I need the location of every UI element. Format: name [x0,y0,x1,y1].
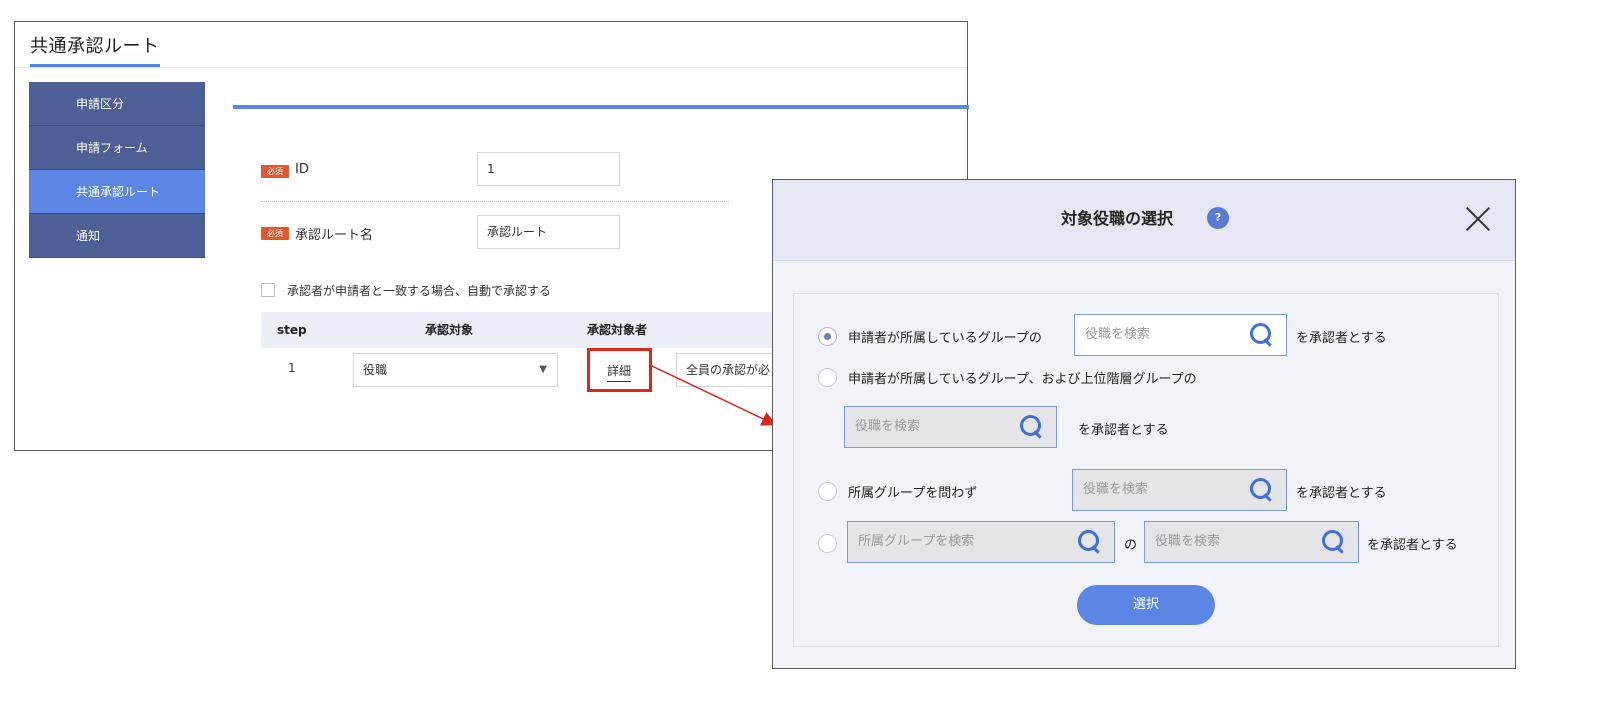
role-search-input[interactable]: 役職を検索 [1074,314,1287,356]
search-icon[interactable] [1020,415,1042,437]
approval-condition-select[interactable]: 全員の承認が必 [676,353,786,387]
sidebar-item-notification[interactable]: 通知 [29,214,205,258]
column-header-step: step [277,323,307,337]
auto-approve-checkbox[interactable] [261,283,275,297]
option-own-and-parent-suffix: を承認者とする [1078,423,1169,438]
dialog-header: 対象役職の選択 ? [773,180,1515,261]
role-search-placeholder: 役職を検索 [1083,482,1149,497]
option-specific-group-suffix: を承認者とする [1367,538,1458,553]
radio-own-and-parent-groups[interactable] [818,368,837,387]
route-name-input[interactable]: 承認ルート [477,215,620,249]
dialog-title: 対象役職の選択 [1061,209,1174,228]
select-button[interactable]: 選択 [1077,585,1215,625]
id-input[interactable]: 1 [477,152,620,186]
option-specific-group-connector: の [1124,538,1138,553]
option-own-and-parent-label: 申請者が所属しているグループ、および上位階層グループの [848,372,1197,387]
sidebar-item-application-form[interactable]: 申請フォーム [29,126,205,170]
sidebar-item-application-category[interactable]: 申請区分 [29,82,205,126]
search-icon[interactable] [1078,530,1100,552]
column-header-approver: 承認対象者 [587,323,648,337]
dialog-body: 申請者が所属しているグループの 役職を検索 を承認者とする 申請者が所属している… [793,293,1499,647]
title-underline [30,64,160,67]
window-header: 共通承認ルート [15,22,967,68]
caret-down-icon: ▼ [539,364,547,375]
column-header-target: 承認対象 [425,323,474,337]
role-search-input[interactable]: 役職を検索 [1072,469,1287,511]
group-search-placeholder: 所属グループを検索 [858,534,975,549]
radio-own-group[interactable] [818,327,837,346]
required-badge: 必須 [261,227,289,240]
role-search-input[interactable]: 役職を検索 [1144,521,1359,563]
auto-approve-label: 承認者が申請者と一致する場合、自動で承認する [287,284,552,298]
sidebar: 申請区分 申請フォーム 共通承認ルート 通知 [29,82,205,258]
help-icon[interactable]: ? [1207,207,1229,229]
role-search-placeholder: 役職を検索 [855,419,921,434]
radio-any-group[interactable] [818,482,837,501]
detail-highlight: 詳細 [587,348,652,392]
search-icon[interactable] [1250,478,1272,500]
target-select-value: 役職 [363,363,388,377]
close-icon[interactable] [1465,206,1491,232]
target-select[interactable]: 役職 ▼ [353,353,558,387]
route-name-label: 承認ルート名 [295,228,374,243]
option-own-group-label: 申請者が所属しているグループの [848,331,1042,346]
role-select-dialog: 対象役職の選択 ? 申請者が所属しているグループの 役職を検索 を承認者とする … [772,179,1516,669]
required-badge: 必須 [261,165,289,178]
option-any-group-label: 所属グループを問わず [848,486,978,501]
group-search-input[interactable]: 所属グループを検索 [847,521,1115,563]
role-search-placeholder: 役職を検索 [1085,327,1151,342]
content-top-bar [233,105,969,109]
role-search-input[interactable]: 役職を検索 [844,406,1057,448]
form-divider [261,201,729,202]
radio-specific-group[interactable] [818,534,837,553]
option-any-group-suffix: を承認者とする [1296,486,1387,501]
page-title: 共通承認ルート [30,36,160,57]
role-search-placeholder: 役職を検索 [1155,534,1221,549]
detail-link[interactable]: 詳細 [607,362,632,382]
id-label: ID [295,162,309,177]
step-number: 1 [288,361,296,375]
search-icon[interactable] [1322,530,1344,552]
search-icon[interactable] [1250,323,1272,345]
option-own-group-suffix: を承認者とする [1296,331,1387,346]
sidebar-item-common-approval-route[interactable]: 共通承認ルート [29,170,205,214]
